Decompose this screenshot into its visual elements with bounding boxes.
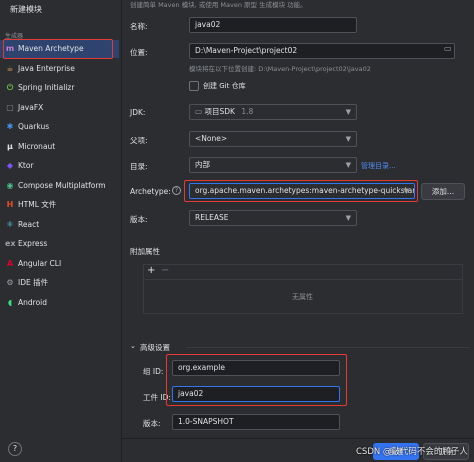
quarkus-icon: ✱ <box>6 122 14 131</box>
sidebar-item-angular[interactable]: A Angular CLI <box>0 255 119 273</box>
sidebar-item-label: Android <box>18 297 47 307</box>
manage-catalogs-link[interactable]: 管理目录... <box>361 161 396 171</box>
footer-divider <box>122 438 474 439</box>
sidebar-item-micronaut[interactable]: μ Micronaut <box>0 138 119 156</box>
selection-highlight-box <box>3 39 113 59</box>
android-icon: ◖ <box>7 297 13 307</box>
catalog-value: 内部 <box>195 160 210 169</box>
version-dropdown[interactable]: RELEASE ▼ <box>189 210 357 226</box>
props-label: 附加属性 <box>130 247 160 256</box>
jdk-value: 项目SDK <box>204 107 235 116</box>
catalog-label: 目录: <box>130 162 148 171</box>
jdk-label: JDK: <box>130 108 146 117</box>
props-toolbar <box>143 264 463 280</box>
advanced-settings-toggle[interactable]: 高级设置 <box>140 342 170 353</box>
javafx-icon: ▢ <box>6 102 14 112</box>
sidebar-item-label: HTML 文件 <box>18 200 57 209</box>
git-label: 创建 Git 仓库 <box>203 82 246 90</box>
question-icon[interactable]: ? <box>172 186 181 195</box>
sidebar-item-label: JavaFX <box>18 102 44 112</box>
spring-icon: ⏻ <box>6 83 14 92</box>
help-icon: ? <box>12 444 18 453</box>
advanced-divider <box>186 347 470 348</box>
chevron-down-icon: ▼ <box>345 135 351 143</box>
express-icon: ex <box>5 239 16 248</box>
name-label: 名称: <box>130 22 148 31</box>
folder-icon[interactable]: ▭ <box>444 44 452 53</box>
parent-label: 父项: <box>130 136 148 145</box>
html-icon: H <box>6 200 14 209</box>
group-id-label: 组 ID: <box>143 367 164 376</box>
sidebar-item-java-enterprise[interactable]: ☕ Java Enterprise <box>0 60 119 78</box>
sidebar-item-javafx[interactable]: ▢ JavaFX <box>0 99 119 117</box>
adv-version-input[interactable]: 1.0-SNAPSHOT <box>172 414 340 430</box>
chevron-down-icon: ▼ <box>345 214 351 222</box>
top-hint: 创建简单 Maven 模块, 或使用 Maven 原型 生成模块 功能。 <box>130 1 307 9</box>
git-checkbox[interactable] <box>189 81 199 91</box>
watermark: CSDN @敲代码不会的鸭子人 <box>356 447 468 457</box>
java-enterprise-icon: ☕ <box>6 63 14 73</box>
react-icon: ⚛ <box>6 219 14 229</box>
sidebar-item-label: Compose Multiplatform <box>18 180 106 190</box>
sidebar-item-label: React <box>18 219 40 229</box>
sidebar-item-label: Spring Initializr <box>18 83 75 92</box>
angular-icon: A <box>6 258 14 268</box>
sidebar-item-express[interactable]: ex Express <box>0 235 119 253</box>
sidebar-item-quarkus[interactable]: ✱ Quarkus <box>0 118 119 136</box>
version-value: RELEASE <box>195 213 229 222</box>
sidebar-item-ktor[interactable]: ◆ Ktor <box>0 157 119 175</box>
remove-property-button[interactable]: − <box>161 264 169 278</box>
sidebar-item-compose[interactable]: ◉ Compose Multiplatform <box>0 177 119 195</box>
name-input[interactable]: java02 <box>189 17 357 33</box>
catalog-dropdown[interactable]: 内部 ▼ <box>189 157 357 173</box>
version-label: 版本: <box>130 215 148 224</box>
help-button[interactable]: ? <box>8 442 22 456</box>
chevron-down-icon[interactable]: ⌄ <box>130 342 136 350</box>
sidebar-item-html[interactable]: H HTML 文件 <box>0 196 119 214</box>
sidebar-item-android[interactable]: ◖ Android <box>0 294 119 312</box>
window-title: 新建模块 <box>10 5 42 14</box>
parent-dropdown[interactable]: <None> ▼ <box>189 131 357 147</box>
micronaut-icon: μ <box>7 141 13 151</box>
parent-value: <None> <box>195 134 228 143</box>
props-empty-text: 无属性 <box>292 293 313 301</box>
jdk-version: 1.8 <box>241 107 254 116</box>
ktor-icon: ◆ <box>6 161 14 170</box>
compose-icon: ◉ <box>6 180 14 190</box>
archetype-label: Archetype: <box>130 187 171 196</box>
chevron-down-icon: ▼ <box>345 108 351 116</box>
location-input[interactable]: D:\Maven-Project\project02 <box>189 43 455 59</box>
ids-highlight-box <box>166 354 347 406</box>
jdk-dropdown[interactable]: ▭ 项目SDK 1.8 ▼ <box>189 104 357 120</box>
sidebar-item-label: Angular CLI <box>18 258 62 268</box>
sidebar-item-label: IDE 插件 <box>18 278 49 287</box>
add-property-button[interactable]: + <box>147 264 155 278</box>
adv-version-label: 版本: <box>143 419 161 428</box>
sidebar-item-spring[interactable]: ⏻ Spring Initializr <box>0 79 119 97</box>
sidebar-item-label: Java Enterprise <box>18 63 75 73</box>
sidebar-item-label: Quarkus <box>18 122 50 131</box>
sidebar-item-react[interactable]: ⚛ React <box>0 216 119 234</box>
ide-plugin-icon: ⚙ <box>6 278 14 287</box>
sidebar-item-label: Micronaut <box>18 141 56 151</box>
location-hint: 模块将在以下位置创建: D:\Maven-Project\project02\j… <box>189 65 371 73</box>
sidebar-item-ide-plugin[interactable]: ⚙ IDE 插件 <box>0 274 119 292</box>
archetype-highlight-box <box>184 180 418 202</box>
chevron-down-icon: ▼ <box>345 161 351 169</box>
add-archetype-button[interactable]: 添加... <box>421 183 465 200</box>
sidebar-item-label: Express <box>18 239 48 248</box>
location-label: 位置: <box>130 48 148 57</box>
sidebar-item-label: Ktor <box>18 161 34 170</box>
